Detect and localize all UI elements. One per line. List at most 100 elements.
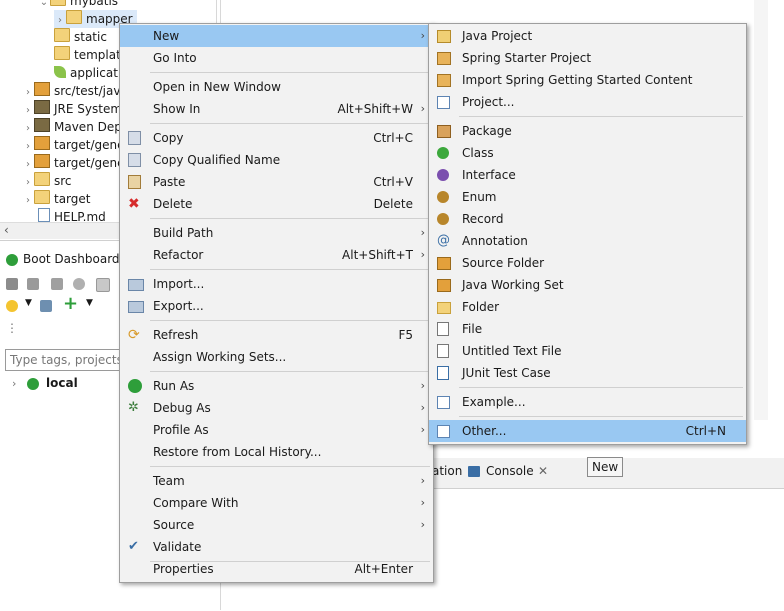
menu-item-go-into[interactable]: Go Into <box>120 47 433 69</box>
lightbulb-icon[interactable] <box>6 300 18 312</box>
submenu-item-other[interactable]: Other... Ctrl+N <box>429 420 746 442</box>
expand-arrow-icon[interactable]: › <box>12 377 16 390</box>
run-icon <box>128 379 142 393</box>
project-icon <box>437 96 450 109</box>
open-browser-icon[interactable] <box>73 278 85 290</box>
console-icon <box>468 466 480 477</box>
submenu-item-java-working-set[interactable]: Java Working Set <box>429 274 746 296</box>
submenu-item-spring-starter-project[interactable]: Spring Starter Project <box>429 47 746 69</box>
add-icon[interactable]: + <box>63 293 78 314</box>
copy-qualified-icon <box>128 153 141 167</box>
start-icon[interactable] <box>6 278 18 290</box>
file-icon <box>437 322 449 336</box>
dropdown-icon[interactable]: ▼ <box>25 298 32 308</box>
menu-item-build-path[interactable]: Build Path › <box>120 222 433 244</box>
submenu-item-file[interactable]: File <box>429 318 746 340</box>
submenu-item-folder[interactable]: Folder <box>429 296 746 318</box>
submenu-item-annotation[interactable]: @ Annotation <box>429 230 746 252</box>
submenu-item-interface[interactable]: Interface <box>429 164 746 186</box>
submenu-item-package[interactable]: Package <box>429 120 746 142</box>
filter-icon[interactable] <box>40 300 52 312</box>
new-submenu: Java Project Spring Starter Project Impo… <box>428 23 747 445</box>
menu-item-refactor[interactable]: Refactor Alt+Shift+T › <box>120 244 433 266</box>
menu-item-source[interactable]: Source › <box>120 514 433 536</box>
menu-item-properties[interactable]: Properties Alt+Enter <box>120 558 433 580</box>
tree-item-jre-system[interactable]: › JRE System <box>22 100 122 118</box>
submenu-item-project[interactable]: Project... <box>429 91 746 113</box>
refresh-icon: ⟳ <box>128 327 140 343</box>
source-folder-icon <box>34 154 50 168</box>
interface-icon <box>437 169 449 181</box>
tree-item-target-generated-2[interactable]: › target/gene <box>22 154 125 172</box>
text-file-icon <box>437 344 449 358</box>
scroll-left-icon[interactable]: ‹ <box>4 223 9 237</box>
running-server-icon <box>27 378 39 390</box>
debug-icon: ✲ <box>128 400 139 415</box>
submenu-item-enum[interactable]: Enum <box>429 186 746 208</box>
file-icon <box>38 208 50 222</box>
menu-item-validate[interactable]: ✔ Validate <box>120 536 433 558</box>
menu-item-team[interactable]: Team › <box>120 470 433 492</box>
close-icon[interactable]: ✕ <box>538 464 548 478</box>
tab-console[interactable]: Console <box>486 464 534 478</box>
submenu-item-example[interactable]: Example... <box>429 391 746 413</box>
submenu-item-import-spring-content[interactable]: Import Spring Getting Started Content <box>429 69 746 91</box>
menu-item-profile-as[interactable]: Profile As › <box>120 419 433 441</box>
menu-item-new[interactable]: New › <box>120 25 433 47</box>
submenu-item-junit-test-case[interactable]: JUnit Test Case <box>429 362 746 384</box>
tree-item-src-test-java[interactable]: › src/test/java <box>22 82 128 100</box>
boot-dashboard-title[interactable]: Boot Dashboard <box>23 252 120 266</box>
export-icon <box>128 301 144 313</box>
console-icon[interactable] <box>96 278 110 292</box>
submenu-item-source-folder[interactable]: Source Folder <box>429 252 746 274</box>
more-icon[interactable]: ⋮ <box>6 321 18 335</box>
vertical-scrollbar[interactable] <box>754 0 768 420</box>
example-icon <box>437 396 450 409</box>
folder-icon <box>54 28 70 42</box>
class-icon <box>437 147 449 159</box>
other-icon <box>437 425 450 438</box>
submenu-item-untitled-text-file[interactable]: Untitled Text File <box>429 340 746 362</box>
enum-icon <box>437 191 449 203</box>
stop-icon[interactable] <box>51 278 63 290</box>
menu-item-export[interactable]: Export... <box>120 295 433 317</box>
delete-icon: ✖ <box>128 196 140 212</box>
menu-item-compare-with[interactable]: Compare With › <box>120 492 433 514</box>
copy-icon <box>128 131 141 145</box>
menu-item-assign-working-sets[interactable]: Assign Working Sets... <box>120 346 433 368</box>
menu-item-copy[interactable]: Copy Ctrl+C <box>120 127 433 149</box>
menu-item-show-in[interactable]: Show In Alt+Shift+W › <box>120 98 433 120</box>
local-server-item[interactable]: local <box>46 376 78 390</box>
package-icon <box>437 125 451 138</box>
folder-icon <box>66 10 82 24</box>
menu-item-run-as[interactable]: Run As › <box>120 375 433 397</box>
menu-item-debug-as[interactable]: ✲ Debug As › <box>120 397 433 419</box>
collapse-arrow-icon[interactable]: ⌄ <box>38 0 50 12</box>
submenu-item-java-project[interactable]: Java Project <box>429 25 746 47</box>
record-icon <box>437 213 449 225</box>
menu-item-refresh[interactable]: ⟳ Refresh F5 <box>120 324 433 346</box>
spring-leaf-icon <box>54 66 66 78</box>
dropdown-icon[interactable]: ▼ <box>86 298 93 308</box>
tree-item-static[interactable]: static <box>42 28 107 46</box>
paste-icon <box>128 175 141 189</box>
menu-item-delete[interactable]: ✖ Delete Delete <box>120 193 433 215</box>
tree-item-maven-dependencies[interactable]: › Maven Dep <box>22 118 122 136</box>
tree-item-src[interactable]: › src <box>22 172 72 190</box>
folder-icon <box>50 0 66 6</box>
spring-import-icon <box>437 74 451 87</box>
menu-item-restore-local-history[interactable]: Restore from Local History... <box>120 441 433 463</box>
tree-item-target[interactable]: › target <box>22 190 91 208</box>
tab-partial[interactable]: ation <box>432 464 462 478</box>
tree-item-mybatis[interactable]: ⌄ mybatis <box>38 0 118 10</box>
submenu-item-record[interactable]: Record <box>429 208 746 230</box>
menu-item-copy-qualified-name[interactable]: Copy Qualified Name <box>120 149 433 171</box>
tree-item-target-generated-1[interactable]: › target/gene <box>22 136 125 154</box>
library-icon <box>34 100 50 114</box>
submenu-item-class[interactable]: Class <box>429 142 746 164</box>
menu-item-open-new-window[interactable]: Open in New Window <box>120 76 433 98</box>
spring-starter-icon <box>437 52 451 65</box>
menu-item-paste[interactable]: Paste Ctrl+V <box>120 171 433 193</box>
menu-item-import[interactable]: Import... <box>120 273 433 295</box>
debug-start-icon[interactable] <box>27 278 39 290</box>
